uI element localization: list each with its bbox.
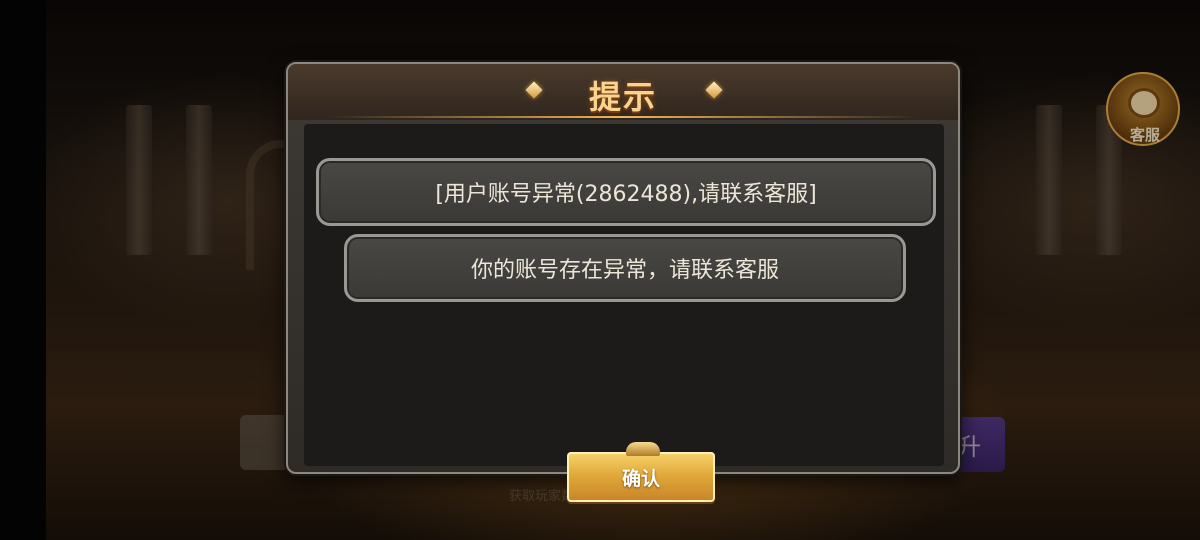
header-divider <box>328 116 918 118</box>
dialog-header: 提示 <box>288 64 958 120</box>
account-message-text: 你的账号存在异常，请联系客服 <box>470 258 779 283</box>
confirm-button[interactable]: 确认 <box>567 442 715 502</box>
dialog-title: 提示 <box>588 78 657 116</box>
account-message-box: 你的账号存在异常，请联系客服 <box>344 234 906 302</box>
crown-ornament-icon <box>626 442 660 456</box>
game-screen: 全活生效，请稍后再试 升 获取玩家数据失败，请重新登录 客服 提示 [用户账号异… <box>0 0 1200 540</box>
dialog-body: [用户账号异常(2862488),请联系客服] 你的账号存在异常，请联系客服 确… <box>304 124 944 502</box>
error-message-box: [用户账号异常(2862488),请联系客服] <box>316 158 936 226</box>
error-message-text: [用户账号异常(2862488),请联系客服] <box>435 182 817 207</box>
confirm-button-label: 确认 <box>621 467 660 490</box>
alert-dialog: 提示 [用户账号异常(2862488),请联系客服] 你的账号存在异常，请联系客… <box>286 62 960 502</box>
